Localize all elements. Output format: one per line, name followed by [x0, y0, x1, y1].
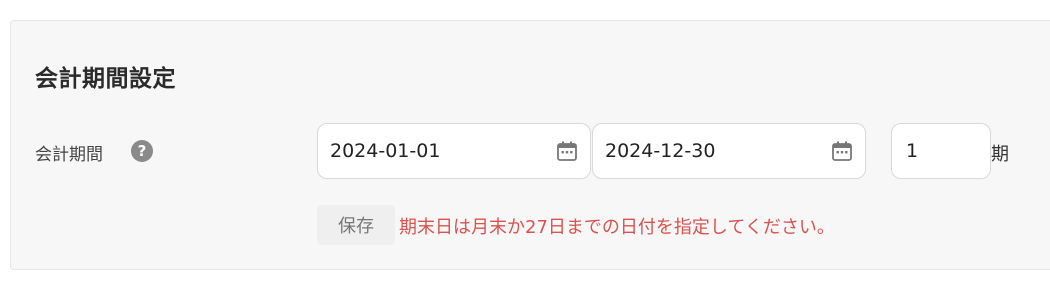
help-icon[interactable]: ? [131, 140, 153, 162]
period-unit-label: 期 [991, 144, 1009, 165]
period-count-value: 1 [906, 140, 919, 162]
fiscal-period-label: 会計期間 [35, 145, 103, 165]
save-button[interactable]: 保存 [317, 205, 395, 245]
end-date-value: 2024-12-30 [605, 140, 716, 162]
end-date-input[interactable]: 2024-12-30 [592, 123, 866, 179]
calendar-icon[interactable] [831, 140, 853, 162]
calendar-icon[interactable] [556, 140, 578, 162]
start-date-value: 2024-01-01 [330, 140, 441, 162]
section-title: 会計期間設定 [35, 66, 176, 92]
period-count-input[interactable]: 1 [891, 123, 991, 179]
validation-error-message: 期末日は月末か27日までの日付を指定してください。 [399, 217, 835, 238]
start-date-input[interactable]: 2024-01-01 [317, 123, 591, 179]
fiscal-period-settings-panel: 会計期間設定 会計期間 ? 2024-01-01 2024-12-30 1 期 [10, 20, 1050, 270]
